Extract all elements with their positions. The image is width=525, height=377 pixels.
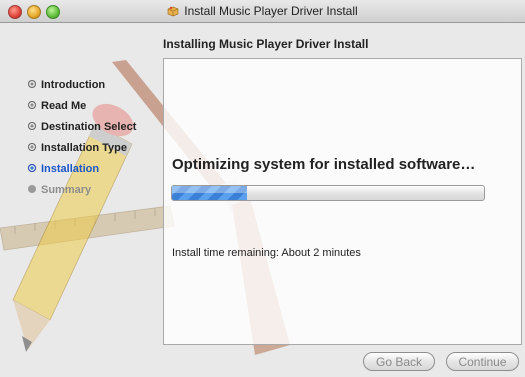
step-done-icon xyxy=(28,143,36,151)
step-destination-select: Destination Select xyxy=(28,120,136,141)
window-title: Install Music Player Driver Install xyxy=(184,4,358,18)
status-text: Optimizing system for installed software… xyxy=(172,156,476,173)
progress-bar xyxy=(171,185,485,201)
step-done-icon xyxy=(28,101,36,109)
page-heading: Installing Music Player Driver Install xyxy=(163,37,369,51)
step-label: Read Me xyxy=(41,100,87,112)
step-label: Summary xyxy=(41,184,92,196)
step-read-me: Read Me xyxy=(28,99,136,120)
installer-window: Install Music Player Driver Install Inst… xyxy=(0,0,525,377)
time-remaining-text: Install time remaining: About 2 minutes xyxy=(172,247,361,259)
step-done-icon xyxy=(28,122,36,130)
step-label: Installation Type xyxy=(41,142,127,154)
step-current-icon xyxy=(28,164,36,172)
go-back-button[interactable]: Go Back xyxy=(363,352,435,371)
continue-button[interactable]: Continue xyxy=(446,352,519,371)
step-installation: Installation xyxy=(28,162,136,183)
step-label: Installation xyxy=(41,163,100,175)
step-done-icon xyxy=(28,80,36,88)
step-summary: Summary xyxy=(28,183,136,204)
window-title-area: Install Music Player Driver Install xyxy=(0,0,525,22)
step-pending-icon xyxy=(28,185,36,193)
steps-sidebar: Introduction Read Me Destination Select … xyxy=(28,78,136,204)
step-label: Destination Select xyxy=(41,121,137,133)
installer-package-icon xyxy=(167,6,179,17)
title-bar[interactable]: Install Music Player Driver Install xyxy=(0,0,525,23)
step-label: Introduction xyxy=(41,79,106,91)
step-introduction: Introduction xyxy=(28,78,136,99)
step-installation-type: Installation Type xyxy=(28,141,136,162)
content-panel: Optimizing system for installed software… xyxy=(163,58,522,345)
progress-bar-fill xyxy=(172,186,247,200)
